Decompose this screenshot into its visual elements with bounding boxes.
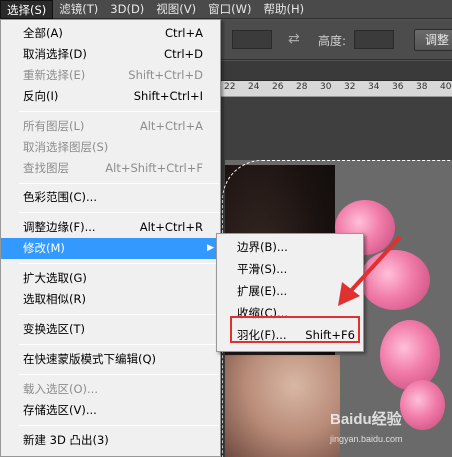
menu-separator xyxy=(19,314,219,315)
menu-window[interactable]: 窗口(W) xyxy=(202,0,257,19)
menu-help[interactable]: 帮助(H) xyxy=(257,0,310,19)
menu-item-find-layers: 查找图层 Alt+Shift+Ctrl+F xyxy=(23,161,203,175)
ruler-label: 40 xyxy=(440,82,452,92)
ruler-label: 22 xyxy=(224,82,236,92)
menu-item-deselect[interactable]: 取消选择(D) Ctrl+D xyxy=(1,44,220,65)
select-menu: 全部(A) Ctrl+A 取消选择(D) Ctrl+D 重新选择(E) Shift+C… xyxy=(0,19,221,457)
menu-item-color-range[interactable]: 色彩范围(C)... xyxy=(1,187,220,208)
menu-item-transform-selection[interactable]: 变换选区(T) xyxy=(1,319,220,340)
menu-separator xyxy=(19,212,219,213)
menu-item-reselect: 重新选择(E) Shift+Ctrl+D xyxy=(23,68,203,82)
menu-item-save-selection[interactable]: 存储选区(V)... xyxy=(1,400,220,421)
menu-separator xyxy=(19,263,219,264)
annotation-arrow-icon xyxy=(338,235,402,306)
menu-separator xyxy=(19,111,219,112)
menu-item-inverse[interactable]: 反向(I) Shift+Ctrl+I xyxy=(1,86,220,107)
swap-icon[interactable]: ⇄ xyxy=(288,31,300,47)
menu-item-modify[interactable]: 修改(M) ▶ xyxy=(1,238,220,259)
menu-3d[interactable]: 3D(D) xyxy=(104,0,150,19)
menu-item-load-selection: 载入选区(O)... xyxy=(23,382,98,396)
menu-separator xyxy=(19,425,219,426)
width-field[interactable] xyxy=(232,30,272,49)
menu-separator xyxy=(19,344,219,345)
menu-item-grow[interactable]: 扩大选取(G) xyxy=(1,268,220,289)
menu-bar: 选择(S) 滤镜(T) 3D(D) 视图(V) 窗口(W) 帮助(H) xyxy=(0,0,452,19)
menu-item-all[interactable]: 全部(A) Ctrl+A xyxy=(1,23,220,44)
menu-item-quick-mask[interactable]: 在快速蒙版模式下编辑(Q) xyxy=(1,349,220,370)
menu-select[interactable]: 选择(S) xyxy=(0,0,54,19)
ruler-label: 32 xyxy=(344,82,356,92)
menu-item-refine-edge[interactable]: 调整边缘(F)... Alt+Ctrl+R xyxy=(1,217,220,238)
annotation-highlight-box xyxy=(230,316,360,343)
height-field[interactable] xyxy=(354,30,394,49)
ruler-label: 30 xyxy=(320,82,332,92)
ruler-label: 38 xyxy=(416,82,428,92)
menu-item-deselect-layers: 取消选择图层(S) xyxy=(23,140,109,154)
ruler-label: 36 xyxy=(392,82,404,92)
submenu-arrow-icon: ▶ xyxy=(207,243,214,253)
ruler-label: 24 xyxy=(248,82,260,92)
ruler-label: 34 xyxy=(368,82,380,92)
menu-filter[interactable]: 滤镜(T) xyxy=(53,0,104,19)
menu-separator xyxy=(19,183,219,184)
height-label: 高度: xyxy=(318,34,347,48)
ruler-label: 26 xyxy=(272,82,284,92)
ruler-label: 28 xyxy=(296,82,308,92)
menu-view[interactable]: 视图(V) xyxy=(150,0,202,19)
menu-separator xyxy=(19,374,219,375)
watermark: Baidu经验 jingyan.baidu.com xyxy=(330,411,403,444)
menu-item-similar[interactable]: 选取相似(R) xyxy=(1,289,220,310)
menu-item-all-layers: 所有图层(L) Alt+Ctrl+A xyxy=(23,119,203,133)
refine-edge-button[interactable]: 调整 xyxy=(414,29,452,51)
menu-item-new-3d-extrusion[interactable]: 新建 3D 凸出(3) xyxy=(1,430,220,451)
